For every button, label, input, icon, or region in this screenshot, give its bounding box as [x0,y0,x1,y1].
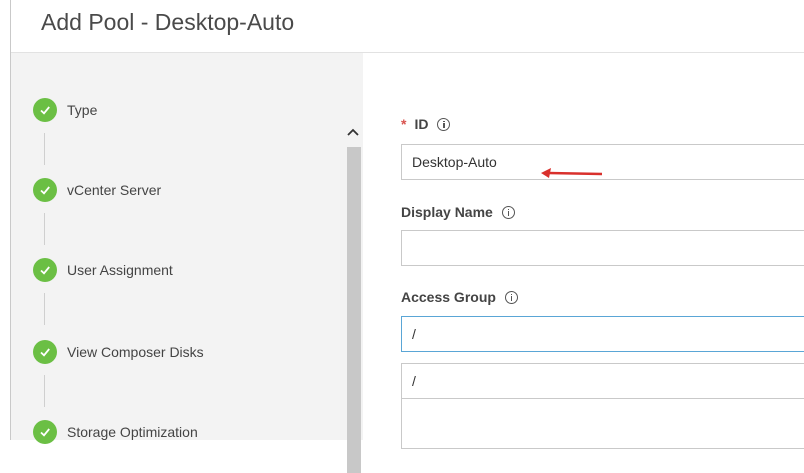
step-connector [44,133,45,165]
access-group-input[interactable]: / [401,316,804,352]
check-icon [33,340,57,364]
step-label: User Assignment [67,262,173,278]
check-icon [33,420,57,444]
dialog-title: Add Pool - Desktop-Auto [41,9,295,35]
step-label: View Composer Disks [67,344,204,360]
sidebar-scrollbar[interactable] [347,147,361,473]
step-connector [44,213,45,245]
step-label: vCenter Server [67,182,162,198]
step-view-composer-disks[interactable]: View Composer Disks [33,340,204,364]
check-icon [33,178,57,202]
info-icon[interactable] [501,205,515,219]
id-label: * ID [401,116,451,132]
info-icon[interactable] [504,290,518,304]
add-pool-dialog: Add Pool - Desktop-Auto Type vCenter Ser… [10,0,804,473]
id-label-text: ID [414,116,429,132]
access-group-option[interactable]: / [401,363,804,399]
step-storage-optimization[interactable]: Storage Optimization [33,420,198,444]
dialog-header: Add Pool - Desktop-Auto [11,0,804,53]
step-type[interactable]: Type [33,98,97,122]
check-icon [33,98,57,122]
step-label: Storage Optimization [67,424,198,440]
step-user-assignment[interactable]: User Assignment [33,258,173,282]
dropdown-list-empty-area [401,399,804,449]
step-vcenter-server[interactable]: vCenter Server [33,178,161,202]
step-connector [44,375,45,407]
access-group-label-text: Access Group [401,289,496,305]
step-connector [44,293,45,325]
scroll-up-icon[interactable] [345,125,361,139]
info-icon[interactable] [437,117,451,131]
required-mark: * [401,116,407,132]
check-icon [33,258,57,282]
wizard-sidebar: Type vCenter Server User Assignment View… [11,53,363,473]
access-group-label: Access Group [401,289,518,305]
display-name-label-text: Display Name [401,204,493,220]
display-name-label: Display Name [401,204,515,220]
step-label: Type [67,102,98,118]
red-arrow-annotation [541,168,603,178]
form-content: * ID Desktop-Auto Display Name Access Gr… [363,53,804,449]
display-name-input[interactable] [401,230,804,266]
